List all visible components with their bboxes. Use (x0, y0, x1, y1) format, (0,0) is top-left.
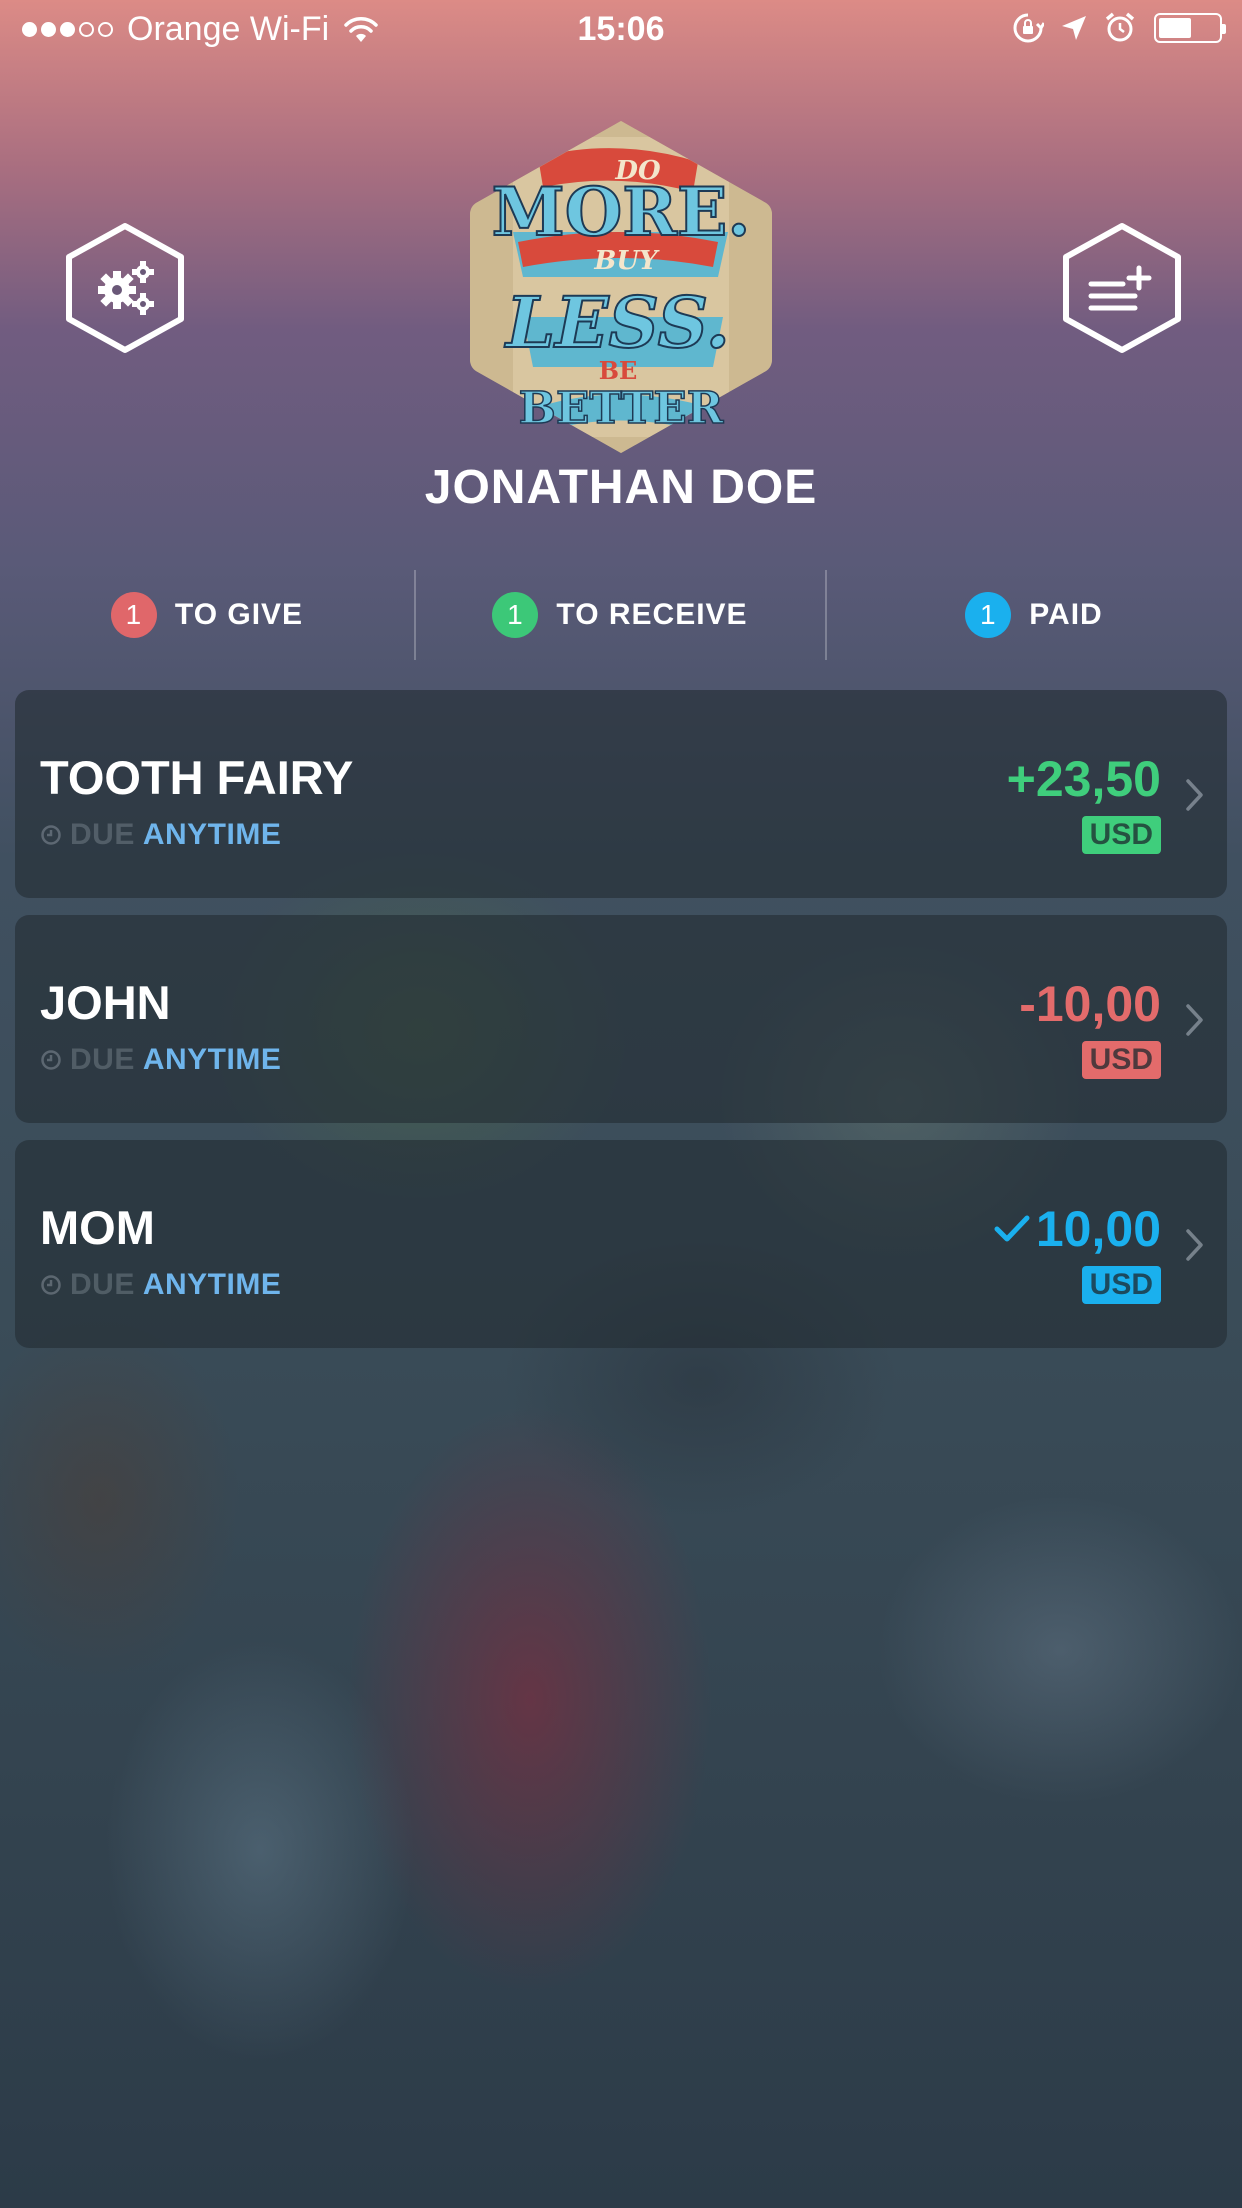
clock-icon (41, 825, 61, 845)
settings-button[interactable] (63, 222, 187, 354)
debt-due: DUE ANYTIME (40, 1043, 281, 1077)
svg-text:BETTER: BETTER (519, 383, 724, 434)
debt-name: MOM (40, 1201, 155, 1254)
tab-label: TO GIVE (174, 598, 304, 631)
tab-count-badge: 1 (965, 592, 1012, 638)
location-arrow-icon (1062, 16, 1086, 40)
add-list-icon (1088, 265, 1152, 311)
filter-tabs: 1 TO GIVE 1 TO RECEIVE 1 PAID (0, 570, 1242, 660)
debt-due: DUE ANYTIME (40, 818, 281, 852)
debt-name: TOOTH FAIRY (40, 751, 354, 804)
debt-due: DUE ANYTIME (40, 1268, 281, 1302)
currency-badge: USD (1081, 816, 1161, 854)
tab-to-receive[interactable]: 1 TO RECEIVE (414, 570, 826, 660)
battery-nub (1222, 24, 1226, 34)
tab-count-badge: 1 (110, 592, 157, 638)
due-value: ANYTIME (142, 818, 282, 851)
debt-name: JOHN (40, 976, 171, 1029)
clock-icon (41, 1275, 61, 1295)
debt-amount: -10,00 (1019, 975, 1161, 1033)
svg-text:LESS.: LESS. (504, 281, 730, 364)
amount-value: +23,50 (1006, 751, 1161, 807)
rotation-lock-icon (1013, 13, 1044, 43)
tab-paid[interactable]: 1 PAID (826, 570, 1242, 660)
tab-to-give[interactable]: 1 TO GIVE (0, 570, 414, 660)
clock-icon (41, 1050, 61, 1070)
due-label: DUE (70, 1043, 135, 1076)
battery-level-fill (1159, 18, 1191, 38)
debt-card[interactable]: JOHN DUE ANYTIME -10,00 USD (15, 915, 1227, 1123)
currency-badge: USD (1081, 1041, 1161, 1079)
amount-value: -10,00 (1019, 976, 1161, 1032)
tab-label: PAID (1029, 598, 1103, 631)
svg-text:BE: BE (599, 356, 638, 385)
tab-count-badge: 1 (492, 592, 539, 638)
battery-icon (1154, 13, 1226, 43)
due-label: DUE (70, 818, 135, 851)
due-label: DUE (70, 1268, 135, 1301)
paid-checkmark-icon (994, 1215, 1030, 1242)
alarm-icon (1105, 12, 1135, 42)
debt-amount: 10,00 (994, 1200, 1161, 1258)
debt-amount: +23,50 (1007, 750, 1161, 808)
avatar[interactable]: DO MORE. BUY LESS. BE BETTER (468, 117, 774, 457)
chevron-right-icon (1186, 779, 1203, 811)
svg-text:BUY: BUY (593, 246, 660, 276)
debt-card[interactable]: MOM DUE ANYTIME 10,00 USD (15, 1140, 1227, 1348)
debt-card[interactable]: TOOTH FAIRY DUE ANYTIME +23,50 USD (15, 690, 1227, 898)
user-name: JONATHAN DOE (424, 461, 818, 514)
due-value: ANYTIME (142, 1268, 282, 1301)
tab-label: TO RECEIVE (556, 598, 748, 631)
amount-value: 10,00 (1035, 1201, 1161, 1257)
status-right (996, 12, 1226, 44)
due-value: ANYTIME (142, 1043, 282, 1076)
chevron-right-icon (1186, 1004, 1203, 1036)
chevron-right-icon (1186, 1229, 1203, 1261)
avatar-image: DO MORE. BUY LESS. BE BETTER (470, 121, 772, 453)
currency-badge: USD (1081, 1266, 1161, 1304)
svg-text:MORE.: MORE. (492, 173, 751, 251)
add-debt-button[interactable] (1060, 222, 1184, 354)
status-bar: Orange Wi-Fi 15:06 (0, 0, 1242, 60)
gears-icon (98, 261, 154, 315)
